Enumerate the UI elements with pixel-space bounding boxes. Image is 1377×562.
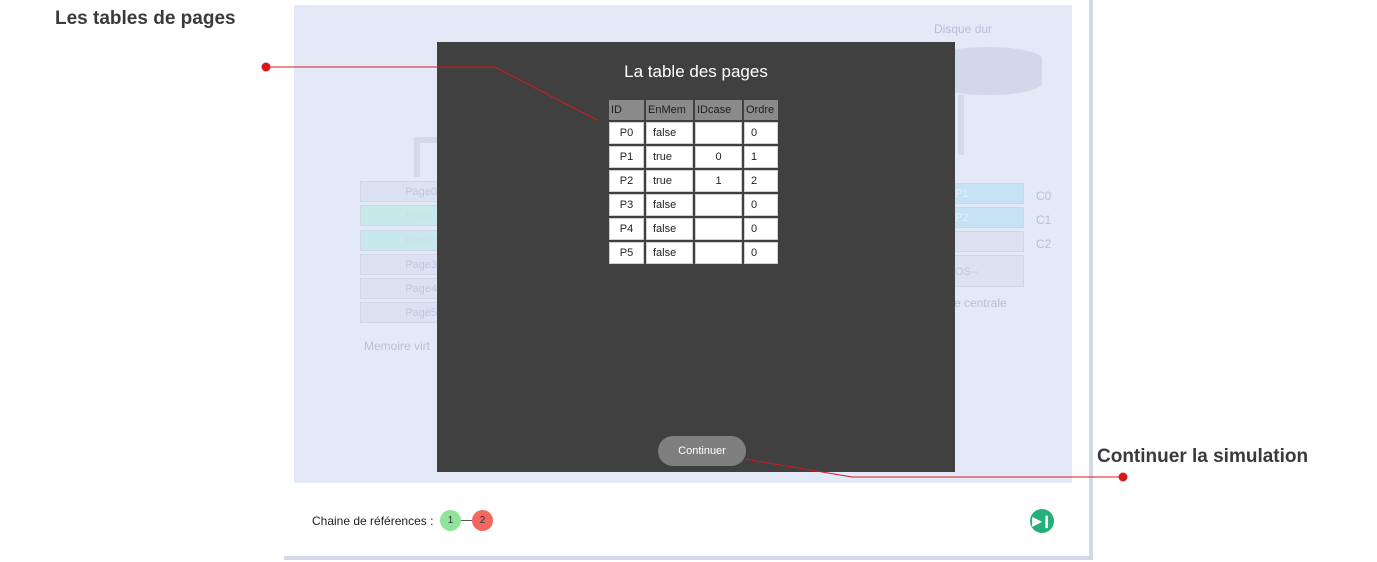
table-cell: P0 (609, 122, 644, 144)
column-header: Ordre (744, 100, 778, 120)
memory-slot (954, 231, 1024, 252)
table-cell: 0 (744, 242, 778, 264)
table-cell: P3 (609, 194, 644, 216)
central-memory-label: e centrale (954, 296, 1007, 310)
table-cell: 0 (744, 122, 778, 144)
modal-title: La table des pages (624, 62, 768, 81)
page-table: ID EnMem IDcase Ordre P0 false 0 P1 true 0 1 P2… (607, 98, 780, 266)
table-cell: false (646, 242, 693, 264)
virtual-page: Page4 (360, 278, 444, 299)
table-cell: 0 (744, 218, 778, 240)
references-label: Chaine de références : (312, 514, 434, 528)
table-header-row: ID EnMem IDcase Ordre (609, 100, 778, 120)
page-table-modal: La table des pages ID EnMem IDcase Ordre… (437, 42, 955, 472)
connector-left (414, 137, 439, 177)
memory-slot: P2 (954, 207, 1024, 228)
column-header: EnMem (646, 100, 693, 120)
virtual-page: Page3 (360, 254, 444, 275)
annotation-continuer-simulation: Continuer la simulation (1097, 446, 1309, 467)
virtual-page: Page5 (360, 302, 444, 323)
table-row: P4 false 0 (609, 218, 778, 240)
table-row: P0 false 0 (609, 122, 778, 144)
virtual-page: Page2 (360, 230, 444, 251)
table-cell (695, 122, 742, 144)
table-cell: false (646, 122, 693, 144)
table-cell: false (646, 194, 693, 216)
table-body: P0 false 0 P1 true 0 1 P2 true 1 2 P3 false 0 P4 false 0… (609, 122, 778, 264)
memory-slot-os: OS-- (954, 255, 1024, 287)
reference-chip: 1 (440, 510, 461, 531)
case-label: C2 (1036, 237, 1052, 251)
disk-label: Disque dur (934, 22, 993, 36)
table-cell: P5 (609, 242, 644, 264)
table-row: P3 false 0 (609, 194, 778, 216)
virtual-page: Page1 (360, 205, 444, 226)
next-step-icon[interactable]: ▶❙ (1030, 509, 1054, 533)
references-connector (461, 520, 472, 521)
table-cell: 1 (744, 146, 778, 168)
table-cell: P1 (609, 146, 644, 168)
table-cell (695, 242, 742, 264)
table-row: P2 true 1 2 (609, 170, 778, 192)
table-cell (695, 194, 742, 216)
case-label: C1 (1036, 213, 1052, 227)
annotation-tables-de-pages: Les tables de pages (55, 8, 236, 29)
annotation-dot (261, 62, 271, 72)
annotation-dot (1118, 472, 1128, 482)
connector-right (954, 95, 964, 155)
virtual-page: Page0 (360, 181, 444, 202)
table-cell: P4 (609, 218, 644, 240)
table-cell: true (646, 146, 693, 168)
column-header: ID (609, 100, 644, 120)
reference-chip: 2 (472, 510, 493, 531)
column-header: IDcase (695, 100, 742, 120)
table-cell: 1 (695, 170, 742, 192)
table-cell: 0 (744, 194, 778, 216)
memory-slot: P1 (954, 183, 1024, 204)
continue-button[interactable]: Continuer (658, 436, 746, 466)
table-row: P1 true 0 1 (609, 146, 778, 168)
case-label: C0 (1036, 189, 1052, 203)
table-cell (695, 218, 742, 240)
table-cell: false (646, 218, 693, 240)
table-cell: true (646, 170, 693, 192)
table-cell: P2 (609, 170, 644, 192)
table-cell: 0 (695, 146, 742, 168)
virtual-memory-label: Memoire virt (364, 339, 431, 353)
table-cell: 2 (744, 170, 778, 192)
table-row: P5 false 0 (609, 242, 778, 264)
